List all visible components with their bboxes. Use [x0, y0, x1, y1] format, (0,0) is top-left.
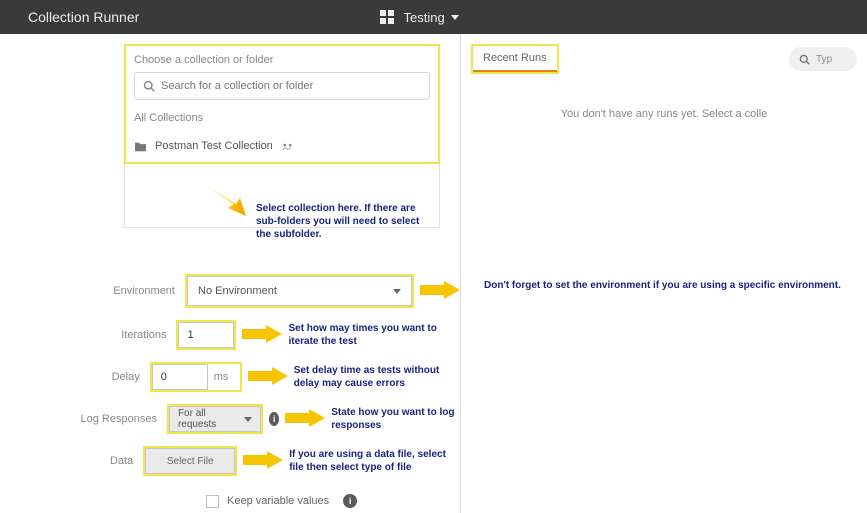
select-file-button[interactable]: Select File — [145, 448, 235, 474]
workspace-name: Testing — [404, 10, 445, 25]
iterations-input[interactable] — [178, 322, 234, 348]
keep-variable-checkbox[interactable] — [206, 495, 219, 508]
search-hint: Typ — [816, 54, 832, 65]
search-icon — [143, 80, 155, 92]
log-label: Log Responses — [18, 413, 167, 425]
annotation-iterations: Set how may times you want to iterate th… — [288, 322, 460, 348]
annotation-data: If you are using a data file, select fil… — [289, 448, 460, 474]
app-title: Collection Runner — [28, 9, 139, 25]
annotation-arrow-icon — [285, 409, 325, 430]
collection-chooser: Choose a collection or folder All Collec… — [124, 44, 440, 164]
environment-label: Environment — [18, 285, 185, 297]
data-label: Data — [18, 455, 143, 467]
share-icon — [281, 141, 294, 152]
annotation-log: State how you want to log responses — [331, 406, 460, 432]
caret-down-icon — [451, 15, 459, 20]
delay-label: Delay — [18, 371, 150, 383]
all-collections-label: All Collections — [134, 112, 430, 124]
annotation-delay: Set delay time as tests without delay ma… — [294, 364, 460, 390]
annotation-arrow-icon — [206, 186, 246, 219]
annotation-arrow-icon — [242, 325, 282, 346]
caret-down-icon — [393, 289, 401, 294]
annotation-arrow-icon — [243, 451, 283, 472]
empty-runs-message: You don't have any runs yet. Select a co… — [471, 108, 857, 120]
annotation-chooser: Select collection here. If there are sub… — [256, 202, 434, 241]
chooser-label: Choose a collection or folder — [134, 54, 430, 66]
caret-down-icon — [244, 417, 252, 422]
log-value: For all requests — [178, 408, 244, 430]
keep-variable-label: Keep variable values — [227, 495, 329, 507]
delay-input[interactable] — [152, 364, 208, 390]
tab-recent-runs[interactable]: Recent Runs — [473, 46, 557, 72]
environment-value: No Environment — [198, 285, 277, 297]
info-icon[interactable]: i — [269, 412, 279, 426]
log-responses-select[interactable]: For all requests — [169, 406, 261, 432]
workspaces-icon[interactable] — [380, 10, 394, 24]
delay-unit: ms — [214, 371, 236, 383]
annotation-arrow-icon — [420, 281, 460, 302]
workspace-selector[interactable]: Testing — [404, 10, 459, 25]
collection-search[interactable] — [134, 72, 430, 100]
info-icon[interactable]: i — [343, 494, 357, 508]
search-icon — [799, 54, 810, 65]
iterations-label: Iterations — [18, 329, 176, 341]
title-bar: Collection Runner Testing — [0, 0, 867, 34]
collection-name: Postman Test Collection — [155, 140, 273, 152]
folder-icon — [134, 141, 147, 152]
recent-runs-search[interactable]: Typ — [789, 47, 857, 71]
collection-search-input[interactable] — [161, 80, 421, 92]
environment-select[interactable]: No Environment — [187, 276, 412, 306]
collection-item[interactable]: Postman Test Collection — [134, 136, 430, 162]
annotation-arrow-icon — [248, 367, 288, 388]
